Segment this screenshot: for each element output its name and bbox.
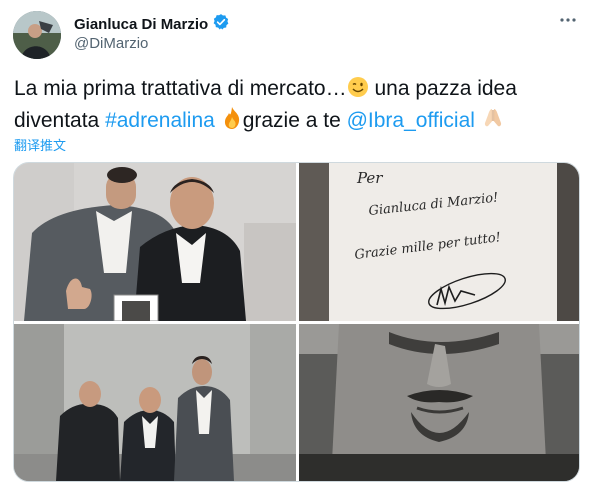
tweet-text-part1: La mia prima trattativa di mercato… — [14, 77, 347, 100]
translate-tweet-link[interactable]: 翻译推文 — [14, 135, 66, 154]
tweet-text-part3: grazie a te — [242, 109, 347, 132]
tweet-card: Gianluca Di Marzio @DiMarzio La mia prim… — [0, 0, 595, 486]
avatar[interactable] — [13, 11, 61, 59]
photo-three-men[interactable] — [14, 324, 296, 481]
winking-face-emoji-icon — [347, 76, 369, 106]
dedication-line-1: Per — [356, 169, 383, 187]
folded-hands-emoji-icon — [481, 106, 505, 138]
fire-emoji-icon — [221, 106, 243, 138]
photo-portrait-closeup[interactable] — [299, 324, 579, 481]
more-options-icon[interactable] — [559, 11, 577, 35]
tweet-text: La mia prima trattativa di mercato… una … — [14, 74, 584, 138]
author-name[interactable]: Gianluca Di Marzio — [74, 16, 208, 33]
author-handle[interactable]: @DiMarzio — [74, 35, 148, 52]
photo-dedication-page[interactable]: Per Gianluca di Marzio! Grazie mille per… — [299, 163, 579, 321]
hashtag-link[interactable]: #adrenalina — [105, 109, 215, 132]
verified-badge-icon — [212, 13, 230, 35]
photo-two-men[interactable] — [14, 163, 296, 321]
avatar-photo — [13, 11, 61, 59]
author-name-row[interactable]: Gianluca Di Marzio — [74, 13, 230, 35]
mention-link[interactable]: @Ibra_official — [347, 109, 475, 132]
media-grid[interactable]: Per Gianluca di Marzio! Grazie mille per… — [13, 162, 580, 482]
